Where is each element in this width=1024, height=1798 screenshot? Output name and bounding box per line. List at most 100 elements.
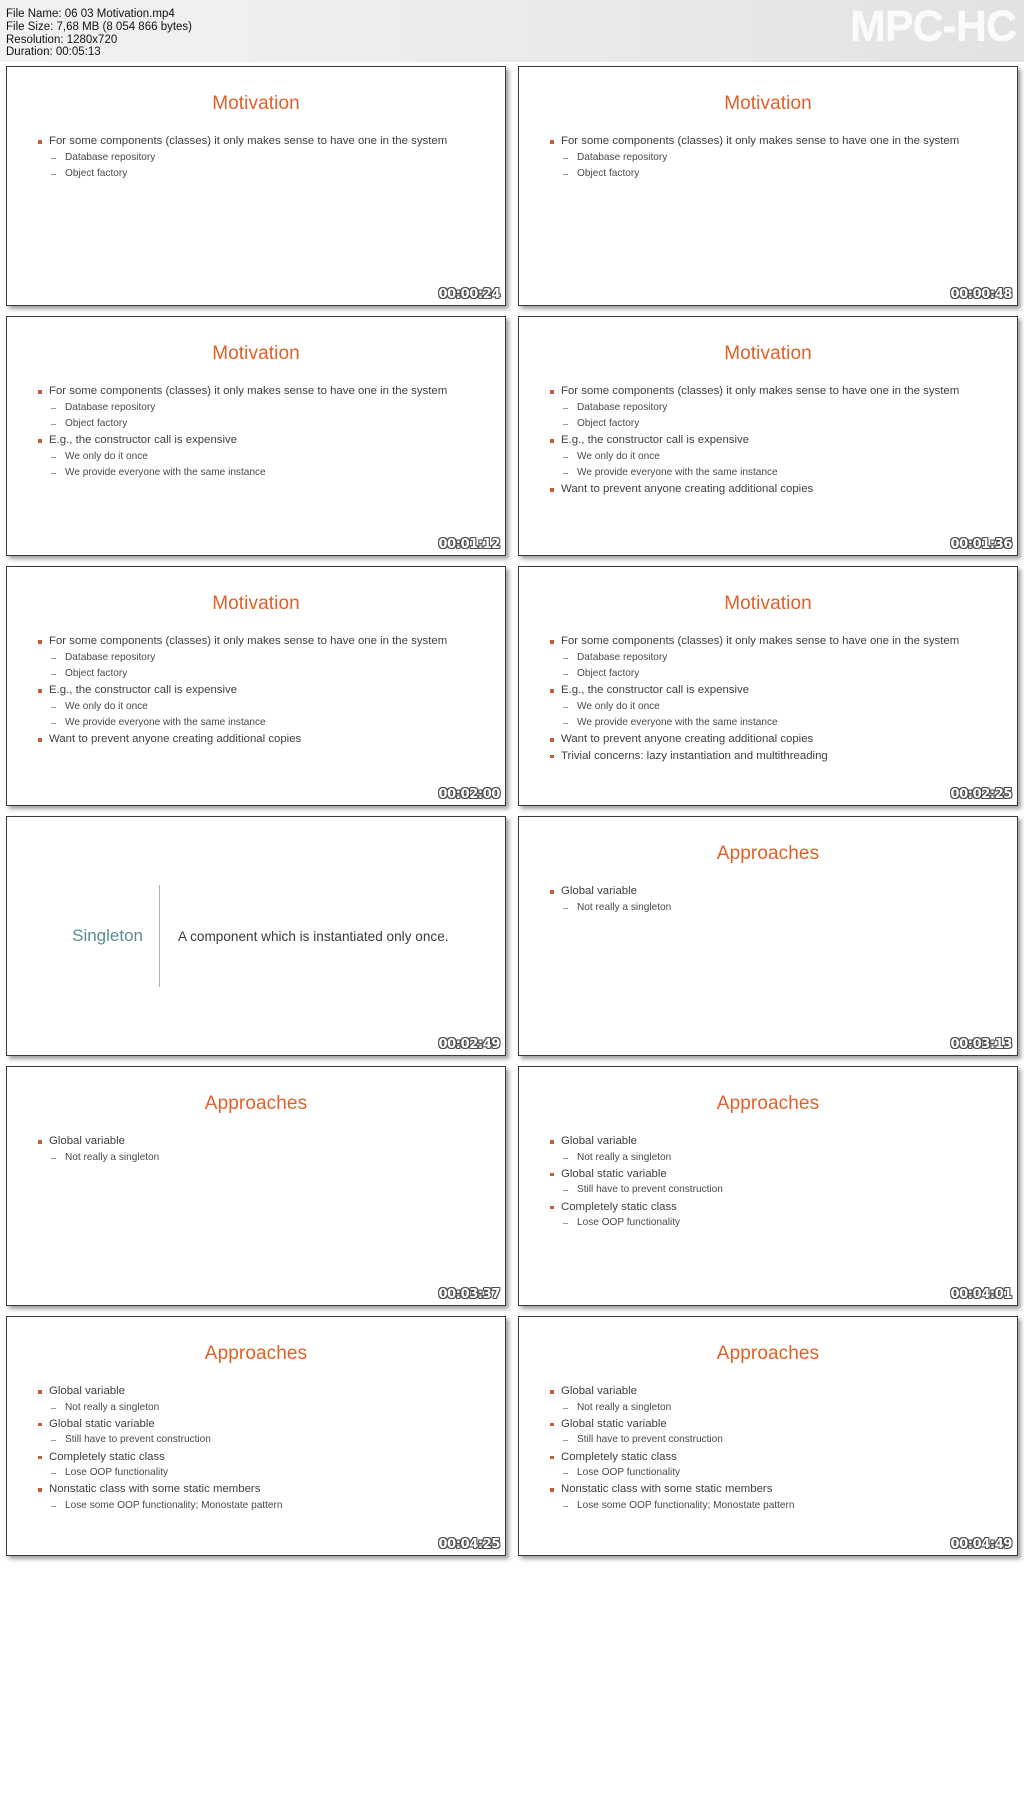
video-thumbnail[interactable]: Motivation For some components (classes) … (6, 566, 506, 806)
slide-title: Approaches (204, 1343, 308, 1364)
bullet-item: We only do it once (549, 449, 995, 465)
video-thumbnail[interactable]: Approaches Global variable Not really a si… (6, 1316, 506, 1556)
bullet-item: Global variable (37, 1383, 483, 1400)
bullet-item: Global static variable (37, 1416, 483, 1433)
timestamp-badge: 00:00:24 (438, 287, 501, 302)
timestamp-badge: 00:04:01 (950, 1287, 1013, 1302)
video-info-header: File Name: 06 03 Motivation.mp4 File Siz… (0, 0, 1024, 62)
bullet-item: We only do it once (549, 699, 995, 715)
bullet-item: Want to prevent anyone creating addition… (549, 481, 995, 498)
bullet-item: Object factory (37, 416, 483, 432)
bullet-item: Object factory (549, 166, 995, 182)
file-size-text: File Size: 7,68 MB (8 054 866 bytes) (6, 20, 193, 33)
bullet-item: Not really a singleton (549, 900, 995, 916)
video-thumbnail[interactable]: Motivation For some components (classes) … (518, 66, 1018, 306)
bullet-item: For some components (classes) it only ma… (37, 133, 483, 150)
bullet-list: For some components (classes) it only ma… (7, 633, 505, 748)
thumbnail-grid: Motivation For some components (classes) … (0, 62, 1024, 1562)
bullet-item: Lose some OOP functionality; Monostate p… (549, 1498, 995, 1514)
slide-canvas: Approaches Global variable Not really a si… (7, 1067, 505, 1305)
bullet-item: E.g., the constructor call is expensive (549, 682, 995, 699)
bullet-item: Trivial concerns: lazy instantiation and… (549, 748, 995, 765)
slide-title: Motivation (724, 593, 812, 614)
video-thumbnail[interactable]: Approaches Global variable Not really a si… (6, 1066, 506, 1306)
slide-title: Motivation (212, 343, 300, 364)
bullet-item: For some components (classes) it only ma… (37, 633, 483, 650)
bullet-list: For some components (classes) it only ma… (7, 133, 505, 182)
slide-title: Approaches (204, 1093, 308, 1114)
bullet-list: For some components (classes) it only ma… (7, 383, 505, 481)
timestamp-badge: 00:04:49 (950, 1537, 1013, 1552)
bullet-item: Not really a singleton (549, 1400, 995, 1416)
bullet-item: Object factory (549, 416, 995, 432)
slide-canvas: Motivation For some components (classes) … (7, 317, 505, 555)
timestamp-badge: 00:00:48 (950, 287, 1013, 302)
bullet-item: Not really a singleton (37, 1400, 483, 1416)
slide-canvas: Motivation For some components (classes) … (7, 567, 505, 805)
bullet-item: We provide everyone with the same instan… (37, 465, 483, 481)
bullet-item: E.g., the constructor call is expensive (549, 432, 995, 449)
video-thumbnail[interactable]: Motivation For some components (classes) … (518, 566, 1018, 806)
timestamp-badge: 00:03:37 (438, 1287, 501, 1302)
bullet-item: Database repository (549, 650, 995, 666)
bullet-item: We only do it once (37, 699, 483, 715)
bullet-list: Global variable Not really a singleton Glo… (519, 1133, 1017, 1231)
bullet-item: Object factory (37, 666, 483, 682)
bullet-item: Global variable (549, 1383, 995, 1400)
timestamp-badge: 00:04:25 (438, 1537, 501, 1552)
resolution-text: Resolution: 1280x720 (6, 33, 118, 46)
bullet-item: We only do it once (37, 449, 483, 465)
bullet-item: Global static variable (549, 1166, 995, 1183)
timestamp-badge: 00:02:00 (438, 787, 501, 802)
bullet-item: For some components (classes) it only ma… (549, 383, 995, 400)
bullet-item: Database repository (37, 400, 483, 416)
file-metadata-block: File Name: 06 03 Motivation.mp4 File Siz… (6, 8, 192, 59)
mpc-hc-watermark: MPC-HC (850, 2, 1017, 50)
slide-title: Approaches (716, 1343, 820, 1364)
video-thumbnail[interactable]: Approaches Global variable Not really a si… (518, 816, 1018, 1056)
bullet-item: Still have to prevent construction (549, 1432, 995, 1448)
bullet-item: Not really a singleton (549, 1150, 995, 1166)
timestamp-badge: 00:03:13 (950, 1037, 1013, 1052)
slide-canvas: Approaches Global variable Not really a si… (519, 1067, 1017, 1305)
timestamp-badge: 00:02:49 (438, 1037, 501, 1052)
bullet-item: For some components (classes) it only ma… (549, 133, 995, 150)
video-thumbnail[interactable]: Approaches Global variable Not really a si… (518, 1316, 1018, 1556)
bullet-list: For some components (classes) it only ma… (519, 633, 1017, 764)
bullet-list: For some components (classes) it only ma… (519, 133, 1017, 182)
bullet-item: Completely static class (37, 1449, 483, 1466)
bullet-item: Global variable (37, 1133, 483, 1150)
slide-title: Approaches (716, 1093, 820, 1114)
slide-title: Motivation (724, 93, 812, 114)
bullet-item: Database repository (549, 150, 995, 166)
bullet-item: Nonstatic class with some static members (37, 1481, 483, 1498)
definition-text: A component which is instantiated only o… (178, 928, 449, 944)
bullet-item: We provide everyone with the same instan… (549, 715, 995, 731)
slide-canvas: Motivation For some components (classes) … (7, 67, 505, 305)
video-thumbnail[interactable]: Motivation For some components (classes) … (518, 316, 1018, 556)
slide-title: Motivation (724, 343, 812, 364)
timestamp-badge: 00:01:12 (438, 537, 501, 552)
slide-canvas: Singleton A component which is instantiat… (7, 817, 505, 1055)
bullet-item: Want to prevent anyone creating addition… (37, 731, 483, 748)
bullet-list: For some components (classes) it only ma… (519, 383, 1017, 498)
slide-canvas: Motivation For some components (classes) … (519, 317, 1017, 555)
bullet-item: Database repository (37, 650, 483, 666)
slide-title: Motivation (212, 93, 300, 114)
bullet-item: E.g., the constructor call is expensive (37, 432, 483, 449)
bullet-item: For some components (classes) it only ma… (549, 633, 995, 650)
video-thumbnail[interactable]: Motivation For some components (classes) … (6, 316, 506, 556)
timestamp-badge: 00:02:25 (950, 787, 1013, 802)
slide-title: Approaches (716, 843, 820, 864)
definition-term: Singleton (72, 926, 143, 945)
video-thumbnail[interactable]: Singleton A component which is instantiat… (6, 816, 506, 1056)
bullet-item: Not really a singleton (37, 1150, 483, 1166)
bullet-item: E.g., the constructor call is expensive (37, 682, 483, 699)
video-thumbnail[interactable]: Approaches Global variable Not really a si… (518, 1066, 1018, 1306)
bullet-item: Completely static class (549, 1199, 995, 1216)
bullet-item: Global static variable (549, 1416, 995, 1433)
bullet-item: Want to prevent anyone creating addition… (549, 731, 995, 748)
bullet-item: Completely static class (549, 1449, 995, 1466)
video-thumbnail[interactable]: Motivation For some components (classes) … (6, 66, 506, 306)
bullet-list: Global variable Not really a singleton Glo… (519, 1383, 1017, 1514)
